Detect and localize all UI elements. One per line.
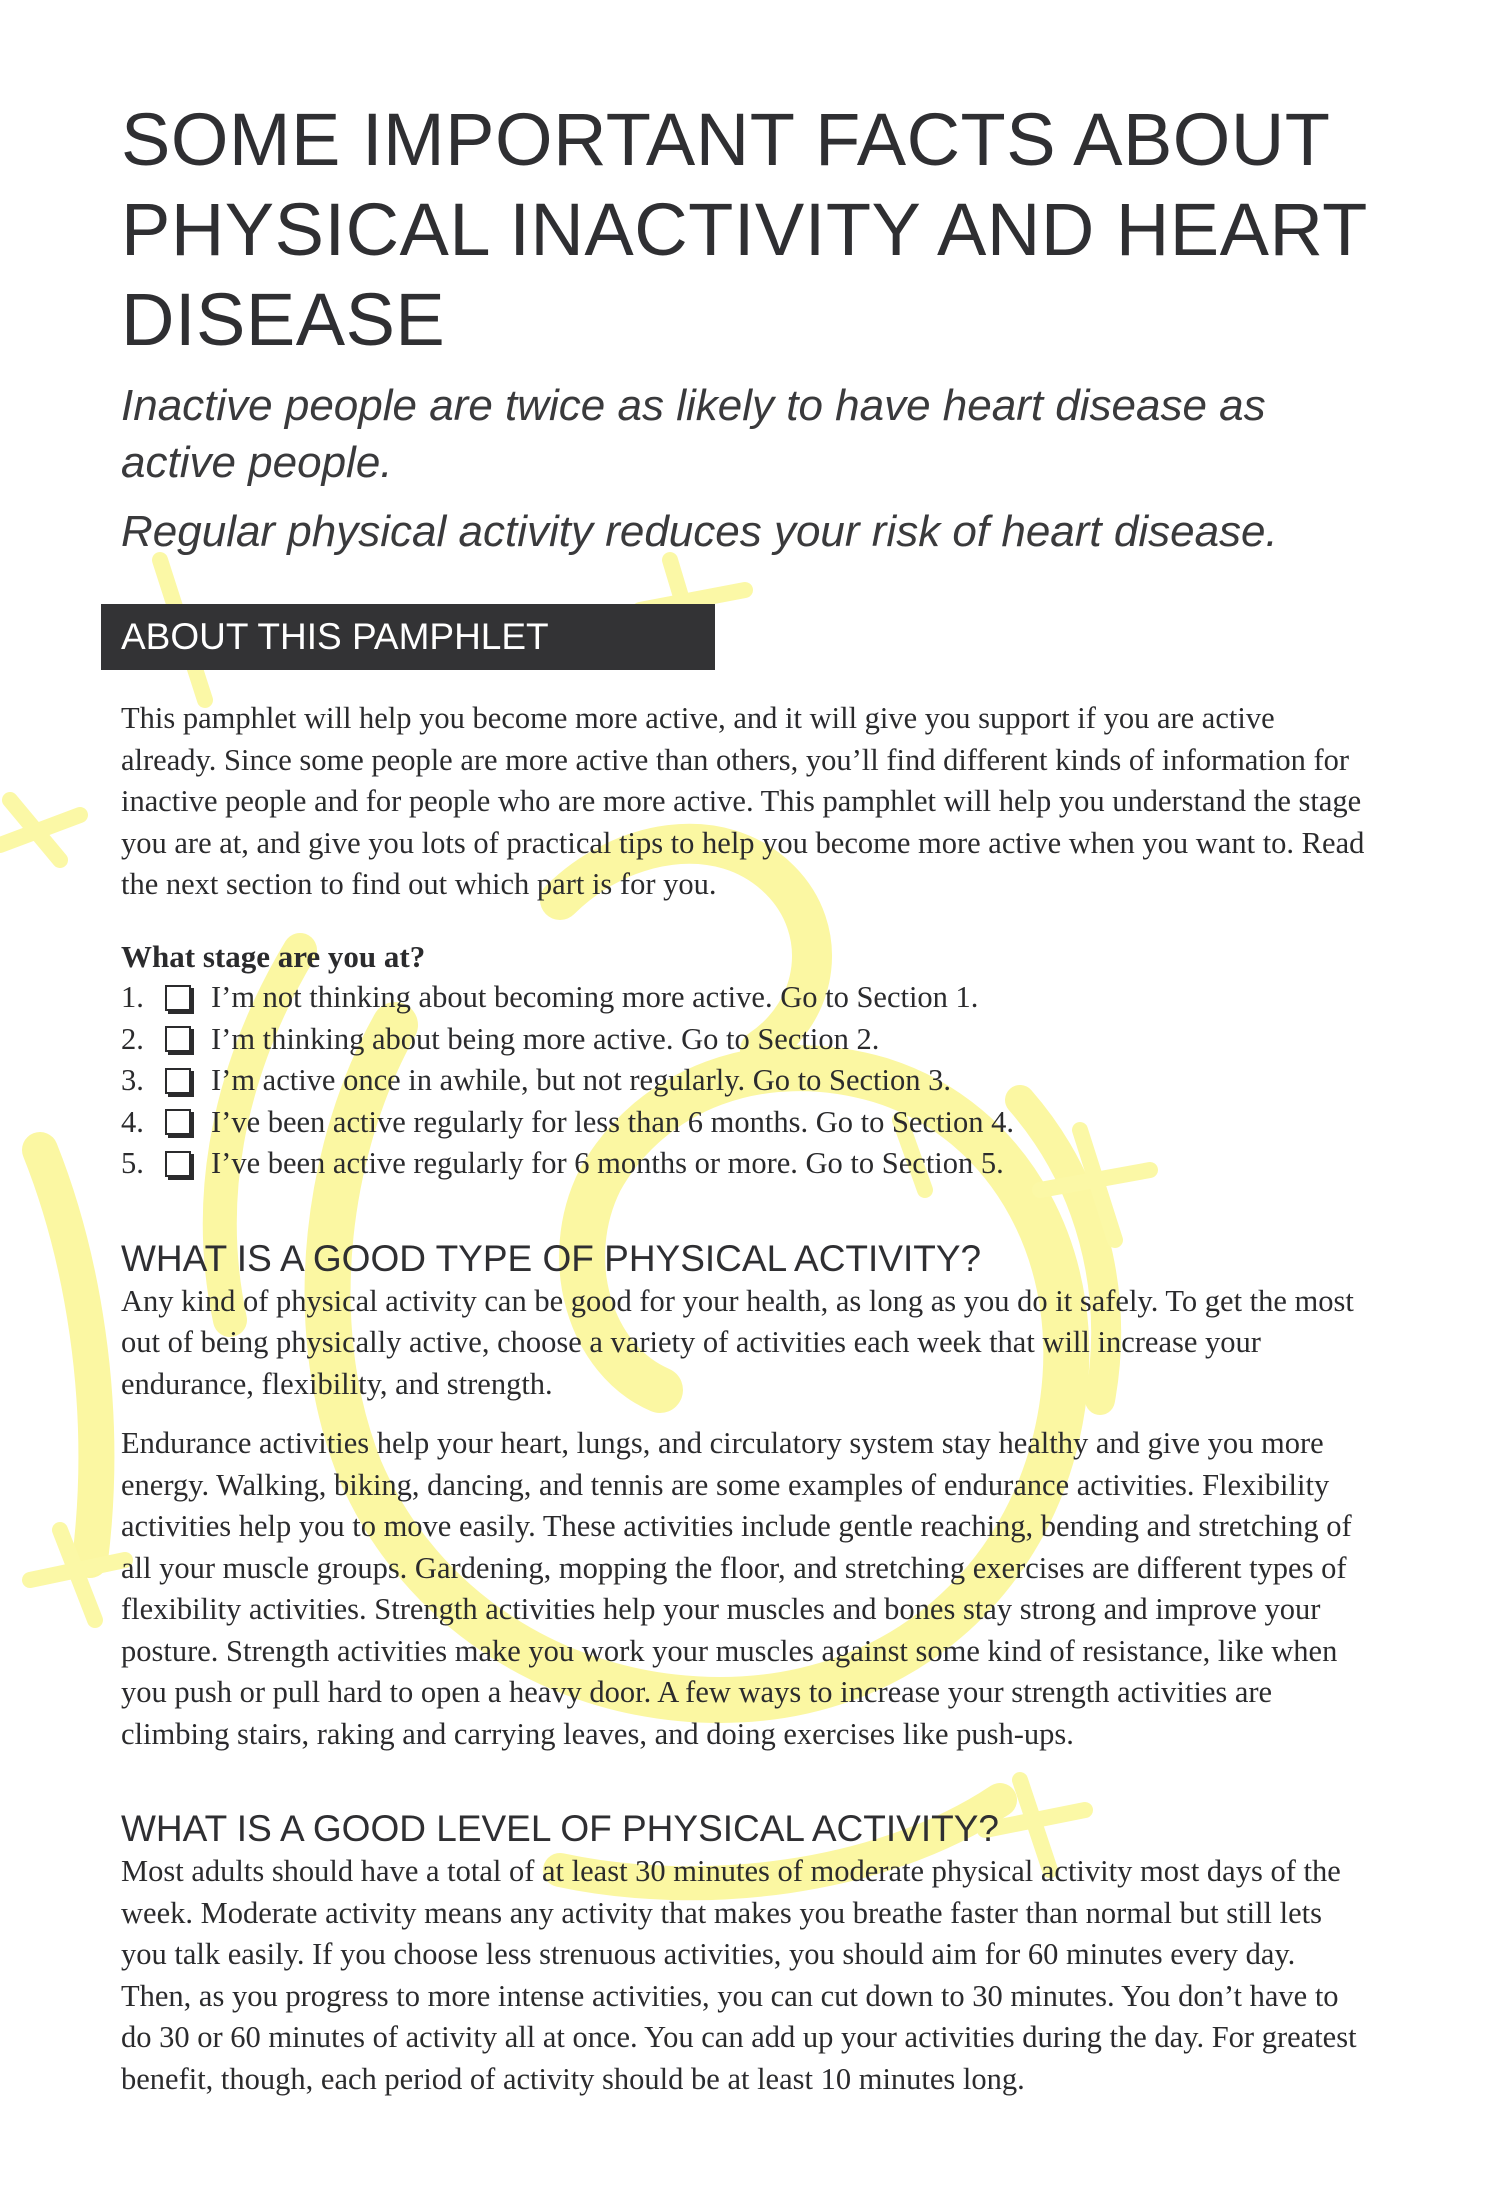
- stage-number: 3.: [121, 1063, 144, 1097]
- stage-item: 1. I’m not thinking about becoming more …: [121, 977, 1371, 1019]
- about-section-heading-bar: ABOUT THIS PAMPHLET: [101, 604, 715, 670]
- stage-number: 5.: [121, 1146, 144, 1180]
- stage-checkbox[interactable]: [165, 1067, 191, 1094]
- stage-question: What stage are you at?: [121, 938, 426, 974]
- stage-item: 5. I’ve been active regularly for 6 mont…: [121, 1143, 1371, 1185]
- pamphlet-page: SOME IMPORTANT FACTS ABOUT PHYSICAL INAC…: [101, 95, 1371, 2100]
- good-type-paragraph-1: Any kind of physical activity can be goo…: [121, 1283, 1354, 1401]
- stage-text: I’m active once in awhile, but not regul…: [211, 1063, 951, 1097]
- about-paragraph: This pamphlet will help you become more …: [121, 701, 1365, 901]
- stage-number: 2.: [121, 1021, 144, 1056]
- stage-item: 4. I’ve been active regularly for less t…: [121, 1102, 1371, 1144]
- subtitle-activity-benefit: Regular physical activity reduces your r…: [121, 507, 1278, 556]
- stage-text: I’m thinking about being more active. Go…: [211, 1021, 880, 1056]
- stage-number: 4.: [121, 1104, 144, 1139]
- stage-checkbox[interactable]: [165, 984, 191, 1011]
- good-level-paragraph: Most adults should have a total of at le…: [121, 1854, 1357, 2096]
- good-type-paragraph-2: Endurance activities help your heart, lu…: [121, 1426, 1352, 1751]
- stage-checkbox[interactable]: [165, 1109, 191, 1136]
- subtitle-inactive-risk: Inactive people are twice as likely to h…: [121, 381, 1266, 487]
- stage-item: 2. I’m thinking about being more active.…: [121, 1019, 1371, 1061]
- page-title: SOME IMPORTANT FACTS ABOUT PHYSICAL INAC…: [121, 98, 1367, 361]
- good-type-heading: WHAT IS A GOOD TYPE OF PHYSICAL ACTIVITY…: [121, 1237, 982, 1279]
- stage-checkbox[interactable]: [165, 1026, 191, 1053]
- stage-checkbox[interactable]: [165, 1150, 191, 1177]
- stage-checklist: 1. I’m not thinking about becoming more …: [121, 977, 1371, 1185]
- stage-text: I’m not thinking about becoming more act…: [211, 980, 979, 1014]
- stage-text: I’ve been active regularly for less than…: [211, 1104, 1014, 1139]
- stage-number: 1.: [121, 980, 144, 1014]
- stage-text: I’ve been active regularly for 6 months …: [211, 1146, 1004, 1180]
- stage-item: 3. I’m active once in awhile, but not re…: [121, 1060, 1371, 1102]
- good-level-heading: WHAT IS A GOOD LEVEL OF PHYSICAL ACTIVIT…: [121, 1808, 999, 1849]
